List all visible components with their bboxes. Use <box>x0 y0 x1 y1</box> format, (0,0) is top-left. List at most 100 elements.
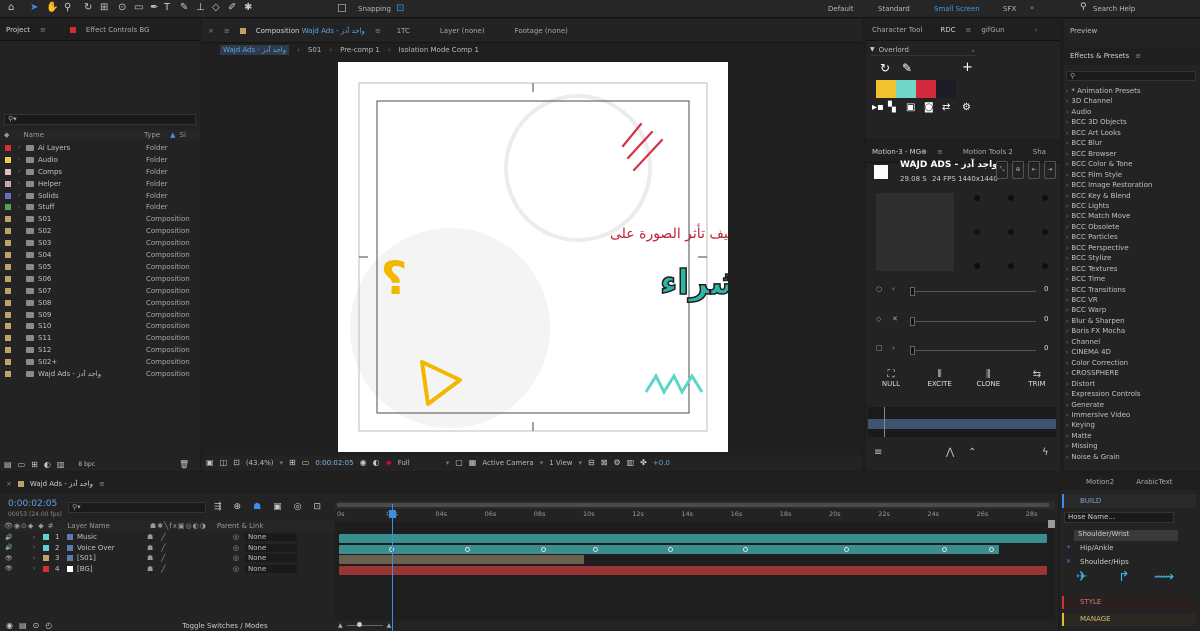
effect-category[interactable]: › BCC Match Move <box>1066 212 1196 222</box>
workspace-small-screen[interactable]: Small Screen <box>934 5 980 13</box>
refresh-icon[interactable]: ↻ <box>880 62 890 74</box>
label-color-icon[interactable] <box>5 204 11 211</box>
toggle-switches-modes[interactable]: Toggle Switches / Modes <box>182 622 267 630</box>
tab-1tc[interactable]: 1TC <box>397 27 410 35</box>
expand-arrow-icon[interactable]: › <box>33 565 43 572</box>
curve-icon[interactable]: ⋀ <box>946 448 954 458</box>
new-folder-icon[interactable]: ▭ <box>18 460 26 470</box>
preset-dropdown[interactable]: ▼ Overlord ⌄ <box>870 44 976 56</box>
expand-arrow-icon[interactable]: › <box>1066 402 1068 409</box>
delete-icon[interactable]: ▥ <box>57 460 65 470</box>
motion-blur-icon[interactable]: ◎ <box>294 502 302 512</box>
project-item[interactable]: S11 Composition <box>0 332 198 344</box>
interpret-footage-icon[interactable]: ▤ <box>4 460 12 470</box>
hose-name-input[interactable]: Hose Name... <box>1064 512 1174 523</box>
tab-timeline[interactable]: Wajd Ads - واجد آدز <box>30 480 93 488</box>
expand-arrow-icon[interactable]: › <box>33 544 43 551</box>
transparency-grid-icon[interactable]: ▦ <box>469 458 477 468</box>
effect-category[interactable]: › Immersive Video <box>1066 411 1196 421</box>
slider-handle[interactable] <box>910 287 915 296</box>
swatch-3[interactable] <box>916 80 936 98</box>
exposure-value[interactable]: +0.0 <box>653 459 670 467</box>
checker-icon[interactable]: ▚ <box>888 103 896 113</box>
fill-stroke-icon[interactable]: ▸▪ <box>872 103 884 113</box>
draft-3d-icon[interactable]: ⊕ <box>234 502 242 512</box>
layer-switches-icon[interactable]: ☗╱ <box>147 565 233 573</box>
track-bg[interactable] <box>339 566 1047 575</box>
parent-select[interactable]: None <box>245 533 297 541</box>
project-item[interactable]: › Solids Folder <box>0 190 198 202</box>
manage-section[interactable]: MANAGE <box>1062 613 1196 626</box>
pickwhip-icon[interactable]: ◎ <box>233 544 245 552</box>
project-item[interactable]: S04 Composition <box>0 249 198 261</box>
timeline-timecode[interactable]: 0:00:02:05 <box>8 499 57 509</box>
label-color-icon[interactable] <box>5 216 11 223</box>
clone-button[interactable]: ⫼ CLONE <box>971 369 1005 399</box>
expand-arrow-icon[interactable]: › <box>18 204 26 211</box>
anchor-dot[interactable] <box>974 229 980 235</box>
square-icon[interactable]: □ <box>876 344 883 352</box>
keyframe[interactable] <box>668 547 673 552</box>
expand-arrow-icon[interactable]: › <box>18 180 26 187</box>
layer-switches-icon[interactable]: ☗╱ <box>147 533 233 541</box>
eraser-icon[interactable]: ◇ <box>212 3 220 13</box>
slider-value[interactable]: 0 <box>1044 285 1048 293</box>
timeline-layer-row[interactable]: 👁 › 3 [S01] ☗╱ ◎ None <box>0 553 335 563</box>
adjust-icon[interactable]: ◐ <box>44 460 51 470</box>
work-area-range[interactable] <box>337 503 1049 507</box>
preview-icon[interactable]: ◫ <box>220 458 228 468</box>
breadcrumb-item-main[interactable]: Wajd Ads - واجد آدز <box>220 45 290 55</box>
effect-category[interactable]: › BCC Color & Tone <box>1066 160 1196 170</box>
viewer-timecode[interactable]: 0:00:02:05 <box>315 459 353 467</box>
keyframe[interactable] <box>541 547 546 552</box>
expand-arrow-icon[interactable]: › <box>1066 318 1068 325</box>
effect-category[interactable]: › BCC Obsolete <box>1066 223 1196 233</box>
workspace-standard[interactable]: Standard <box>878 5 910 13</box>
audio-toggle-icon[interactable]: 🔊 <box>5 534 33 541</box>
effect-category[interactable]: › BCC Blur <box>1066 139 1196 149</box>
clone-stamp-icon[interactable]: ⊥ <box>196 3 205 13</box>
timeline-layer-row[interactable]: 👁 › 4 [BG] ☗╱ ◎ None <box>0 564 335 574</box>
expand-arrow-icon[interactable]: › <box>18 144 26 151</box>
bpc-label[interactable]: 8 bpc <box>78 461 95 468</box>
mask-tool-icon[interactable]: ▭ <box>134 3 143 13</box>
label-color-icon[interactable] <box>5 323 11 330</box>
tab-gifgun[interactable]: gifGun <box>981 26 1004 34</box>
effect-category[interactable]: › Keying <box>1066 421 1196 431</box>
anchor-dot[interactable] <box>974 263 980 269</box>
roi-icon[interactable]: ▢ <box>455 458 463 468</box>
motion-preview-box[interactable] <box>876 193 954 271</box>
safe-zones-icon[interactable]: ⊞ <box>289 458 296 468</box>
anchor-dot[interactable] <box>1042 263 1048 269</box>
effect-category[interactable]: › BCC Lights <box>1066 202 1196 212</box>
eyedropper-icon[interactable]: ✎ <box>902 62 912 74</box>
project-item[interactable]: S12 Composition <box>0 344 198 356</box>
effect-category[interactable]: › Distort <box>1066 380 1196 390</box>
tab-motion3[interactable]: Motion-3 - MG⊕ <box>872 148 927 156</box>
slider-value[interactable]: 0 <box>1044 315 1048 323</box>
workspace-sfx[interactable]: SFX <box>1003 5 1016 13</box>
swatch-2[interactable] <box>896 80 916 98</box>
overflow-icon[interactable]: ‹ <box>1035 26 1038 34</box>
show-snapshot-icon[interactable]: ◐ <box>373 458 380 468</box>
effect-category[interactable]: › BCC 3D Objects <box>1066 118 1196 128</box>
build-section[interactable]: BUILD <box>1062 494 1196 508</box>
effect-category[interactable]: › BCC Stylize <box>1066 254 1196 264</box>
effect-category[interactable]: › Audio <box>1066 108 1196 118</box>
expand-arrow-icon[interactable]: › <box>1066 119 1068 126</box>
reset-exposure-icon[interactable]: ✤ <box>640 458 647 468</box>
effect-category[interactable]: › BCC Browser <box>1066 150 1196 160</box>
label-color-icon[interactable] <box>5 144 11 151</box>
layer-name[interactable]: [BG] <box>77 565 147 573</box>
label-color-icon[interactable] <box>5 156 11 163</box>
tab-arabic-text[interactable]: ArabicText <box>1136 478 1172 486</box>
arm-icon[interactable]: ↱ <box>1118 570 1130 584</box>
project-item[interactable]: S06 Composition <box>0 273 198 285</box>
workspace-default[interactable]: Default <box>828 5 854 13</box>
project-item[interactable]: › Helper Folder <box>0 178 198 190</box>
lightning-icon[interactable]: ϟ <box>1042 448 1049 458</box>
chevron-up-icon[interactable]: ⌃ <box>968 448 976 458</box>
expand-arrow-icon[interactable]: › <box>1066 370 1068 377</box>
effect-category[interactable]: › Noise & Grain <box>1066 453 1196 463</box>
expand-arrow-icon[interactable]: › <box>1066 151 1068 158</box>
